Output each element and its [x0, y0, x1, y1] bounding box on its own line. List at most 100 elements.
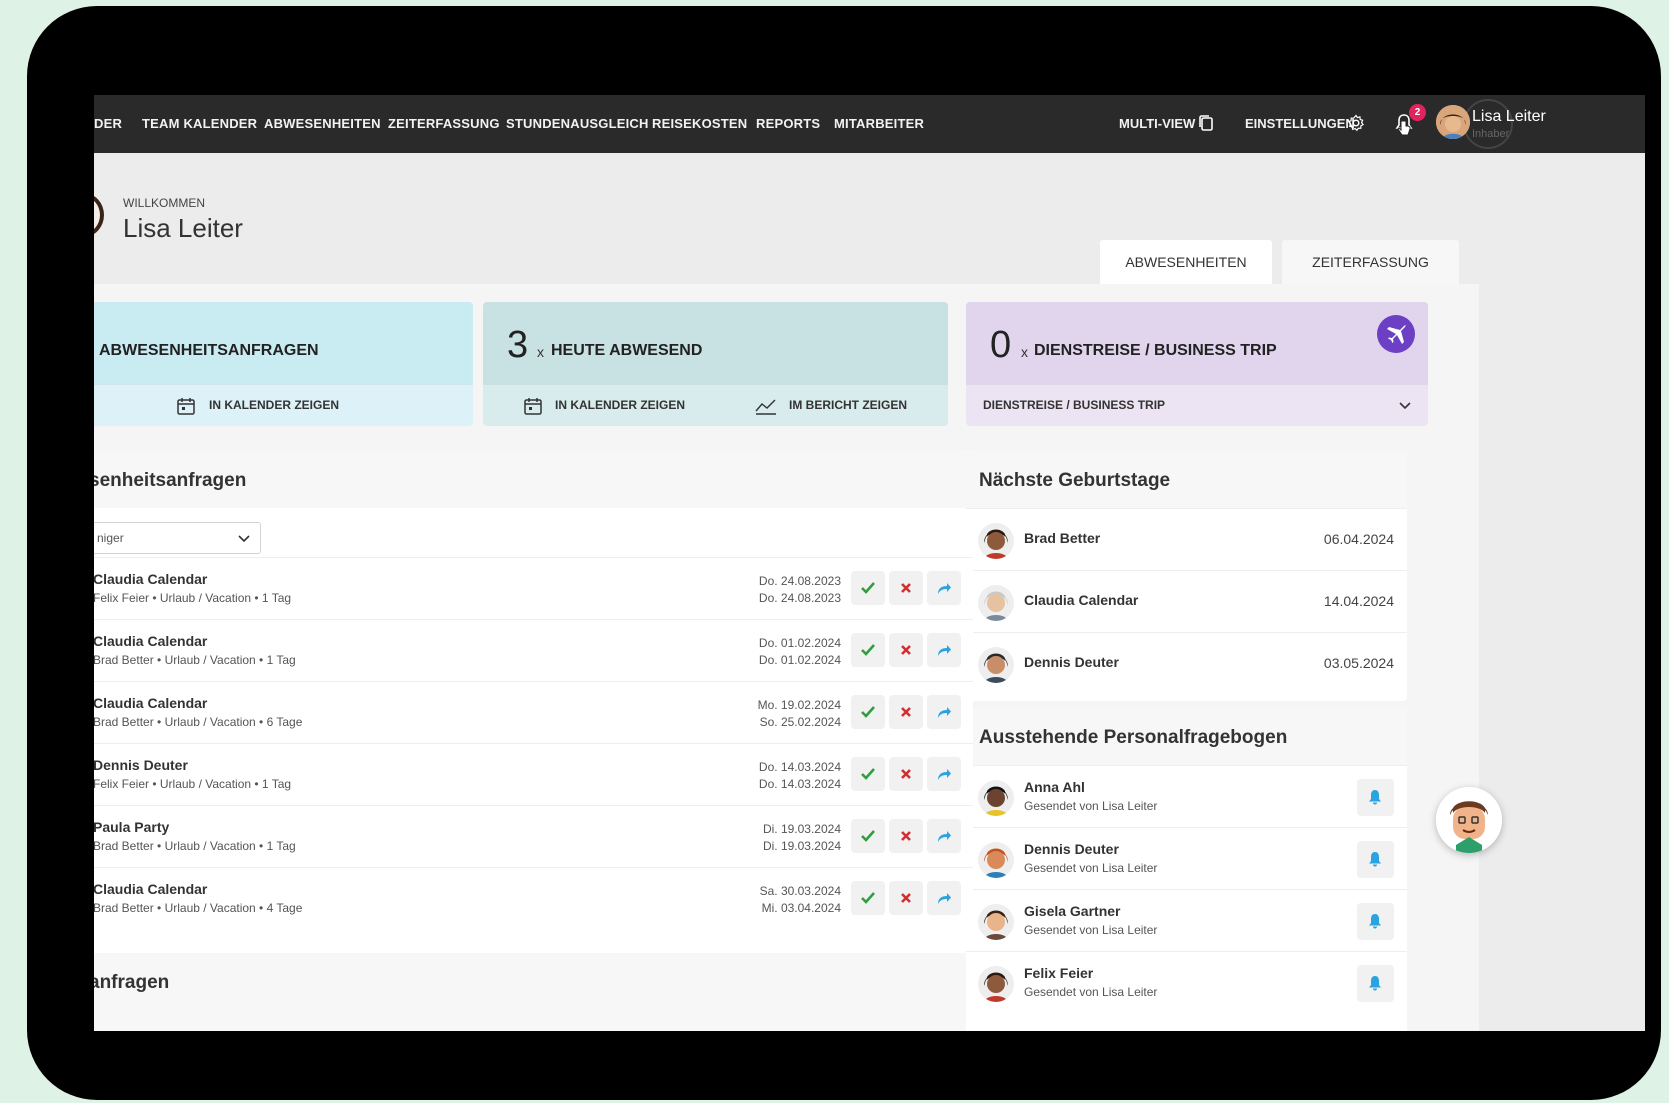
airplane-icon [1377, 315, 1415, 353]
device-frame: DER TEAM KALENDER ABWESENHEITEN ZEITERFA… [27, 6, 1661, 1100]
forms-panel: Ausstehende Personalfragebogen Anna Ahl … [966, 708, 1407, 1031]
accept-request-button[interactable] [851, 695, 885, 729]
accept-request-button[interactable] [851, 571, 885, 605]
share-arrow-icon [938, 583, 951, 594]
share-arrow-icon [938, 769, 951, 780]
birthdays-panel: Nächste Geburtstage Brad Better 06.04.20… [966, 451, 1407, 701]
business-trip-count: 0 [990, 324, 1012, 366]
absent-show-in-report[interactable]: IM BERICHT ZEIGEN [789, 398, 907, 412]
reject-request-button[interactable] [889, 695, 923, 729]
request-date-from: Mo. 19.02.2024 [757, 698, 841, 712]
check-icon [861, 644, 875, 656]
remind-button[interactable] [1357, 903, 1394, 940]
check-icon [861, 768, 875, 780]
tab-abwesenheiten[interactable]: ABWESENHEITEN [1100, 240, 1272, 284]
questionnaire-row: Dennis Deuter Gesendet von Lisa Leiter [966, 827, 1407, 889]
absent-show-in-calendar[interactable]: IN KALENDER ZEIGEN [555, 398, 685, 412]
reject-request-button[interactable] [889, 819, 923, 853]
gear-icon[interactable] [1347, 114, 1365, 132]
user-role: Inhaber [1472, 128, 1510, 140]
request-date-from: Do. 14.03.2024 [758, 760, 841, 774]
request-row: Paula Party Brad Better • Urlaub / Vacat… [94, 805, 973, 867]
questionnaire-employee-name: Dennis Deuter [1024, 841, 1119, 857]
questionnaire-sent-by: Gesendet von Lisa Leiter [1024, 861, 1158, 875]
remind-button[interactable] [1357, 779, 1394, 816]
nav-item-reports[interactable]: REPORTS [756, 116, 820, 131]
check-icon [861, 706, 875, 718]
request-row: Dennis Deuter Felix Feier • Urlaub / Vac… [94, 743, 973, 805]
business-trip-dropdown[interactable]: DIENSTREISE / BUSINESS TRIP [983, 398, 1165, 412]
business-trip-x: x [1021, 344, 1028, 360]
request-employee-name: Claudia Calendar [94, 633, 208, 649]
check-icon [861, 582, 875, 594]
questionnaire-employee-name: Anna Ahl [1024, 779, 1085, 795]
requests-show-in-calendar[interactable]: IN KALENDER ZEIGEN [209, 398, 339, 412]
birthday-name: Claudia Calendar [1024, 592, 1139, 608]
questionnaire-row: Gisela Gartner Gesendet von Lisa Leiter [966, 889, 1407, 951]
forms-panel-title: Ausstehende Personalfragebogen [979, 727, 1288, 748]
chat-assistant-button[interactable] [1436, 787, 1502, 853]
close-icon [901, 707, 911, 717]
tab-zeiterfassung[interactable]: ZEITERFASSUNG [1282, 240, 1459, 284]
chart-line-icon [755, 399, 776, 415]
nav-item-zeiterfassung[interactable]: ZEITERFASSUNG [388, 116, 500, 131]
chevron-down-icon [238, 535, 250, 543]
questionnaire-employee-name: Gisela Gartner [1024, 903, 1121, 919]
forward-request-button[interactable] [927, 571, 961, 605]
card-requests-title: ABWESENHEITSANFRAGEN [99, 342, 319, 359]
share-arrow-icon [938, 707, 951, 718]
requests-panel-title: senheitsanfragen [94, 470, 247, 491]
business-trip-title: DIENSTREISE / BUSINESS TRIP [1034, 342, 1277, 359]
request-detail: Brad Better • Urlaub / Vacation • 1 Tag [94, 839, 296, 853]
accept-request-button[interactable] [851, 757, 885, 791]
card-absence-requests: ABWESENHEITSANFRAGEN IN KALENDER ZEIGEN [94, 302, 473, 426]
welcome-user-name: Lisa Leiter [123, 213, 243, 243]
nav-item-abwesenheiten[interactable]: ABWESENHEITEN [264, 116, 381, 131]
nav-item-mitarbeiter[interactable]: MITARBEITER [834, 116, 924, 131]
nav-item-stundenausgleich[interactable]: STUNDENAUSGLEICH [506, 116, 649, 131]
forward-request-button[interactable] [927, 819, 961, 853]
user-name[interactable]: Lisa Leiter [1472, 108, 1546, 126]
reject-request-button[interactable] [889, 757, 923, 791]
avatar [978, 585, 1014, 621]
requester-filter-select[interactable]: niger [94, 522, 261, 554]
forward-request-button[interactable] [927, 633, 961, 667]
multi-view-icon [1199, 115, 1213, 131]
multi-view-button[interactable]: MULTI-VIEW [1119, 116, 1195, 131]
request-employee-name: Paula Party [94, 819, 170, 835]
nav-item-kalender[interactable]: DER [94, 116, 122, 131]
reject-request-button[interactable] [889, 881, 923, 915]
reject-request-button[interactable] [889, 633, 923, 667]
questionnaire-row: Felix Feier Gesendet von Lisa Leiter [966, 951, 1407, 1013]
avatar [978, 966, 1014, 1002]
accept-request-button[interactable] [851, 633, 885, 667]
birthday-row: Brad Better 06.04.2024 [966, 508, 1407, 570]
next-panel: anfragen [94, 953, 973, 1031]
nav-item-team-kalender[interactable]: TEAM KALENDER [142, 116, 257, 131]
assistant-avatar-icon [1436, 787, 1502, 853]
request-date-to: Do. 01.02.2024 [758, 653, 841, 667]
reject-request-button[interactable] [889, 571, 923, 605]
remind-button[interactable] [1357, 965, 1394, 1002]
chevron-down-icon[interactable] [1398, 401, 1412, 411]
user-avatar[interactable] [1436, 105, 1470, 139]
bell-icon [1369, 914, 1381, 929]
forward-request-button[interactable] [927, 881, 961, 915]
request-date-to: Di. 19.03.2024 [762, 839, 841, 853]
accept-request-button[interactable] [851, 819, 885, 853]
remind-button[interactable] [1357, 841, 1394, 878]
birthday-date: 06.04.2024 [1323, 531, 1394, 547]
settings-button[interactable]: EINSTELLUNGEN [1245, 116, 1355, 131]
birthday-name: Brad Better [1024, 530, 1101, 546]
calendar-icon [524, 398, 542, 415]
forward-request-button[interactable] [927, 695, 961, 729]
request-date-to: So. 25.02.2024 [759, 715, 841, 729]
absent-today-count: 3 [507, 324, 529, 366]
top-navigation: DER TEAM KALENDER ABWESENHEITEN ZEITERFA… [94, 95, 1645, 153]
nav-item-reisekosten[interactable]: REISEKOSTEN [652, 116, 747, 131]
welcome-avatar [94, 193, 104, 237]
accept-request-button[interactable] [851, 881, 885, 915]
check-icon [861, 892, 875, 904]
forward-request-button[interactable] [927, 757, 961, 791]
absent-today-x: x [537, 344, 544, 360]
